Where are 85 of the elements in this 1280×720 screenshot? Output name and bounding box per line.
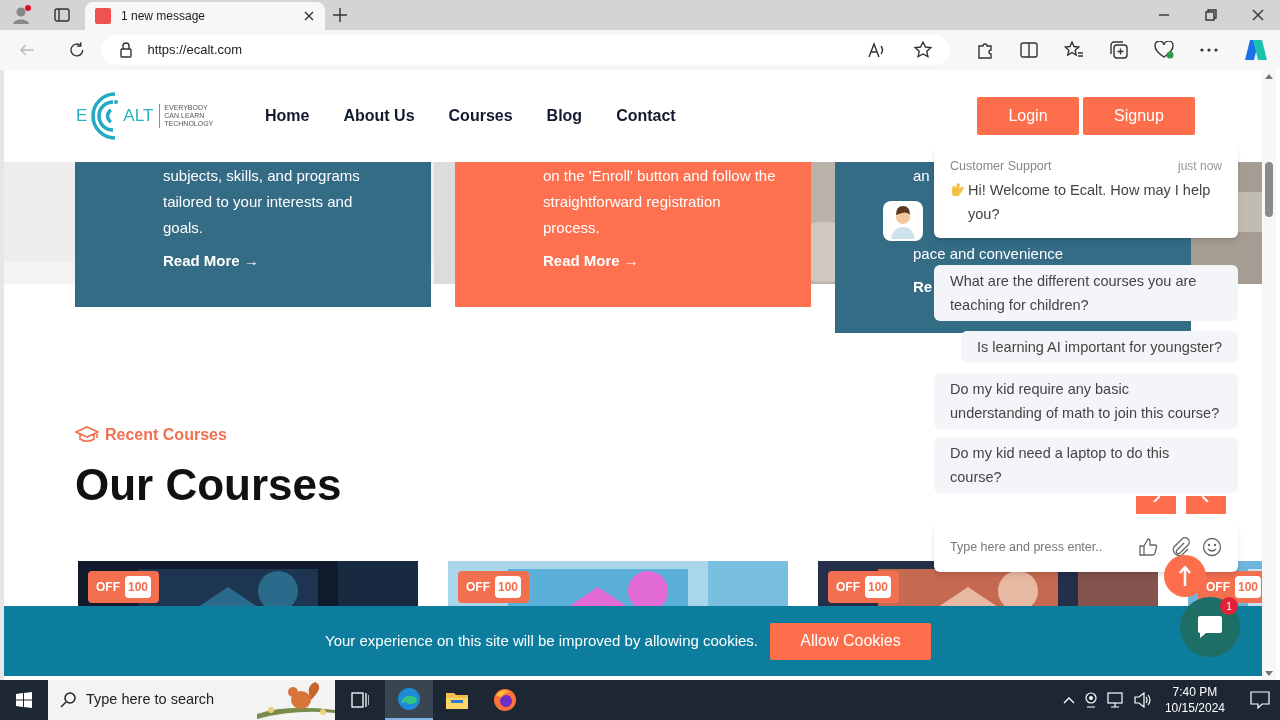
- logo-letter: ALT: [123, 105, 154, 128]
- close-icon[interactable]: [303, 10, 315, 22]
- card-text: tailored to your interests and: [163, 192, 353, 212]
- browser-icon: [397, 687, 421, 711]
- card-text: on the 'Enroll' button and follow the: [543, 166, 776, 186]
- nav-link[interactable]: Blog: [546, 104, 583, 128]
- emoji-icon[interactable]: [1202, 537, 1222, 557]
- message-field[interactable]: Type here and press enter..: [950, 537, 1126, 557]
- read-more-link[interactable]: Re: [913, 277, 933, 297]
- windows-icon[interactable]: [16, 692, 32, 708]
- arrow-up-icon: [1178, 566, 1192, 586]
- notification-icon[interactable]: [1250, 691, 1270, 709]
- favorites-icon[interactable]: [1064, 41, 1084, 59]
- badge-value: 100: [125, 576, 152, 598]
- card-text: process.: [543, 218, 600, 238]
- card-text: pace and convenience: [913, 244, 1064, 264]
- tab-favicon-icon: [95, 8, 111, 24]
- nav-link[interactable]: Contact: [616, 104, 676, 128]
- nav-link[interactable]: About Us: [343, 104, 415, 128]
- quick-reply-option[interactable]: Do my kid need a laptop to do this course?: [934, 437, 1238, 493]
- taskbar-search[interactable]: Type here to search: [48, 680, 335, 720]
- card-text: subjects, skills, and programs: [163, 166, 360, 186]
- address-bar[interactable]: https://ecalt.com: [101, 35, 950, 65]
- card-text: an: [913, 166, 930, 186]
- avatar-icon: [883, 201, 923, 241]
- chat-bubble-icon: [1197, 615, 1223, 639]
- nav-link[interactable]: Courses: [448, 104, 513, 128]
- folder-icon[interactable]: [445, 690, 469, 710]
- card-text: straightforward registration: [543, 192, 721, 212]
- puzzle-icon[interactable]: [976, 41, 994, 59]
- badge-label: OFF: [1206, 579, 1230, 596]
- close-icon[interactable]: [1252, 9, 1264, 21]
- quick-reply-option[interactable]: Is learning AI important for youngster?: [960, 331, 1238, 363]
- quick-reply-option[interactable]: What are the different courses you are teaching for children?: [934, 265, 1238, 321]
- clock-date: 10/15/2024: [1164, 700, 1225, 716]
- badge-value: 100: [865, 576, 892, 598]
- card-text: goals.: [163, 218, 204, 238]
- profile-icon[interactable]: [12, 5, 32, 25]
- section-eyebrow: Recent Courses: [105, 425, 227, 445]
- webcam-icon[interactable]: [1083, 692, 1098, 708]
- logo-letter: E: [76, 105, 88, 128]
- chat-time: just now: [1177, 158, 1222, 175]
- scrollbar[interactable]: [1262, 70, 1276, 680]
- graduation-cap-icon: [75, 426, 99, 444]
- chevron-up-icon[interactable]: [1062, 696, 1075, 704]
- badge-label: OFF: [96, 579, 120, 596]
- tab-title: 1 new message: [121, 8, 207, 25]
- chat-message: Hi! Welcome to Ecalt. How may I help you?: [968, 180, 1212, 224]
- read-aloud-icon[interactable]: [868, 42, 886, 58]
- badge-value: 100: [1235, 576, 1262, 598]
- waving-hand-icon: [950, 181, 964, 198]
- collections-icon[interactable]: [1110, 41, 1128, 59]
- tab-actions-icon[interactable]: [54, 7, 70, 23]
- nav-link[interactable]: Home: [265, 104, 310, 128]
- badge-label: OFF: [466, 579, 490, 596]
- scroll-down-icon: [1265, 671, 1273, 676]
- lock-icon: [119, 42, 134, 58]
- task-view-icon[interactable]: [351, 692, 369, 708]
- browser-tab[interactable]: 1 new message: [85, 2, 325, 30]
- badge-value: 100: [495, 576, 522, 598]
- taskbar-app[interactable]: [385, 680, 433, 720]
- thumbs-up-icon[interactable]: [1138, 537, 1158, 557]
- chat-input[interactable]: Type here and press enter..: [934, 522, 1238, 572]
- reload-icon[interactable]: [67, 41, 86, 59]
- read-more-link[interactable]: Read More →: [163, 251, 259, 271]
- badge-label: OFF: [836, 579, 860, 596]
- search-placeholder: Type here to search: [86, 690, 216, 710]
- search-icon: [60, 692, 76, 708]
- volume-icon[interactable]: [1133, 692, 1152, 708]
- split-screen-icon[interactable]: [1020, 41, 1038, 59]
- section-title: Our Courses: [74, 459, 342, 511]
- taskbar-clock[interactable]: 7:40 PM 10/15/2024: [1160, 684, 1229, 716]
- scroll-up-icon: [1265, 74, 1273, 79]
- more-icon[interactable]: [1200, 48, 1218, 52]
- paperclip-icon[interactable]: [1170, 537, 1190, 557]
- maximize-icon[interactable]: [1205, 9, 1217, 21]
- clock-time: 7:40 PM: [1172, 684, 1218, 700]
- url-text: https://ecalt.com: [147, 41, 244, 60]
- chat-sender: Customer Support: [950, 158, 1052, 175]
- quick-reply-option[interactable]: Do my kid require any basic understanding of math to join this course?: [934, 373, 1238, 429]
- star-icon[interactable]: [914, 41, 932, 59]
- cookie-message: Your experience on this site will be improved by allowing cookies.: [325, 630, 758, 651]
- network-icon[interactable]: [1106, 692, 1125, 708]
- scroll-thumb[interactable]: [1265, 162, 1273, 217]
- new-tab-icon[interactable]: [333, 8, 347, 22]
